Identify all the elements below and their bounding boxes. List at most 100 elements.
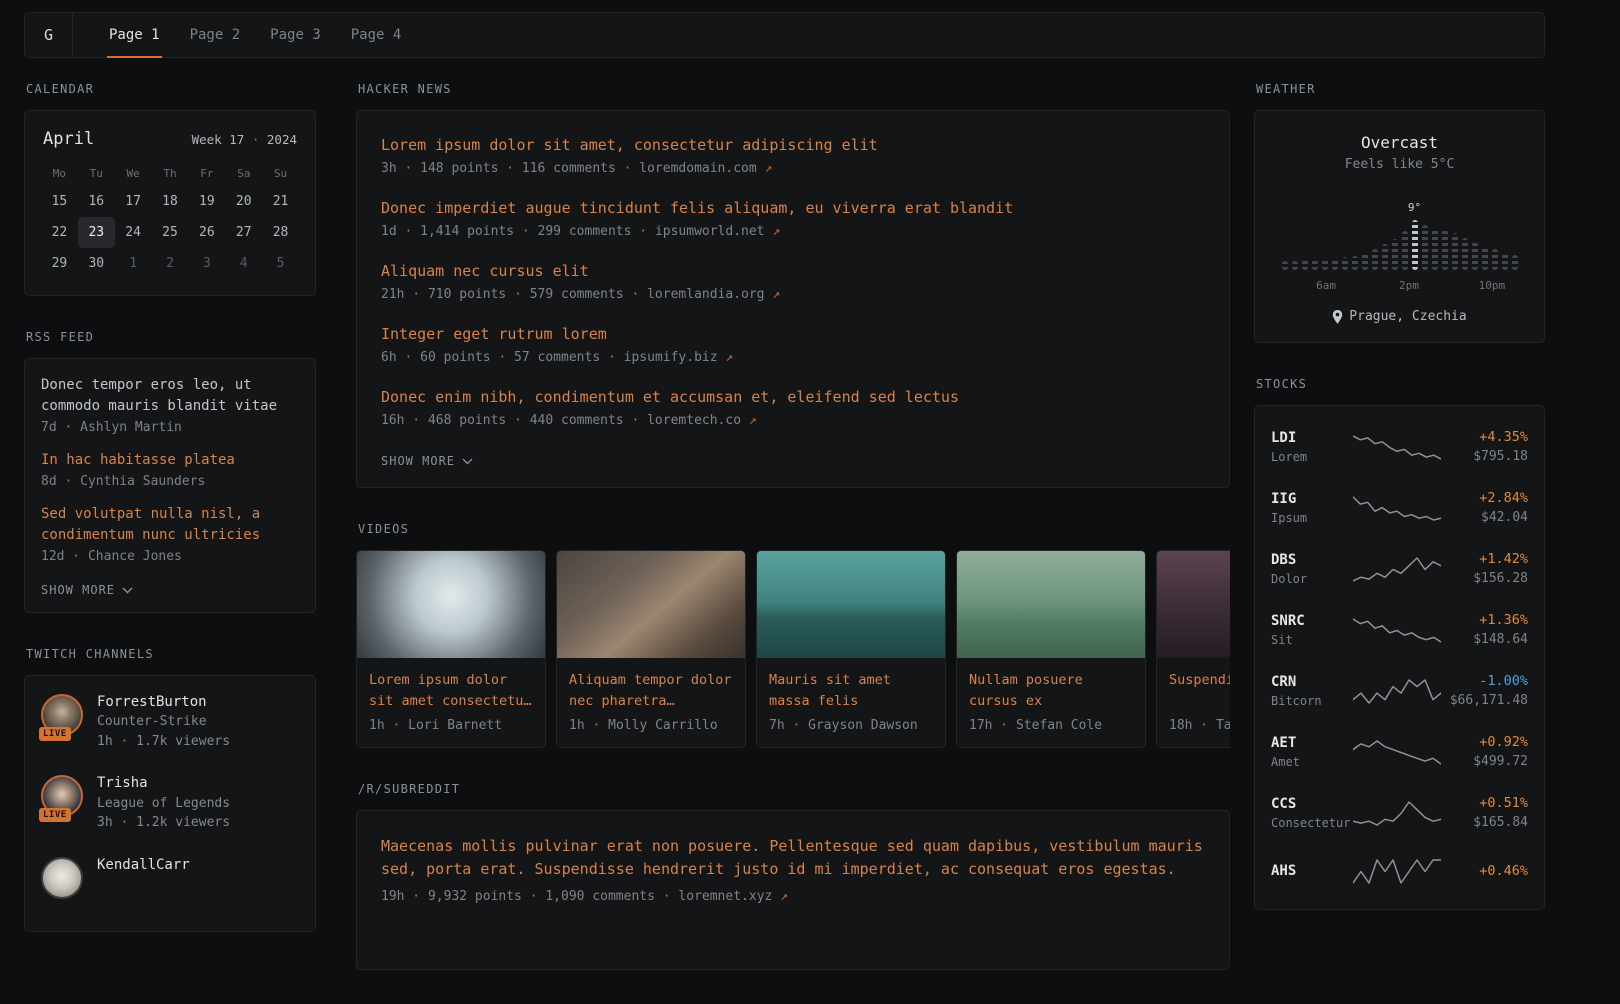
stock-name: Bitcorn [1271,694,1353,708]
weather-peak-temp: 9° [1408,201,1421,214]
chevron-down-icon [122,587,133,594]
twitch-channel-name: Trisha [97,773,230,793]
weather-bar-column [1421,225,1428,270]
weather-bar [1292,261,1298,270]
twitch-channel-name: ForrestBurton [97,692,230,712]
hackernews-item-domain[interactable]: loremtech.co [647,413,741,428]
hackernews-show-more-button[interactable]: SHOW MORE [381,454,473,468]
nav-tab[interactable]: Page 3 [258,13,333,57]
video-thumbnail[interactable] [557,551,745,658]
rss-item-title[interactable]: Donec tempor eros leo, ut commodo mauris… [41,375,299,417]
stock-change: -1.00% [1441,673,1528,689]
dashboard-page: G Page 1 Page 2 Page 3 Page 4 [24,12,1545,1004]
video-card: Nullam posuere cursus ex 17h · Stefan Co… [956,550,1146,748]
stock-sparkline [1353,615,1441,645]
middle-column: HACKER NEWS Lorem ipsum dolor sit amet, … [356,82,1230,1004]
calendar-day: 21 [262,186,299,217]
weather-bar-column [1471,242,1478,270]
stock-price: $156.28 [1441,571,1528,586]
rss-widget: Donec tempor eros leo, ut commodo mauris… [24,358,316,613]
weather-bar [1432,228,1438,270]
twitch-channel-row[interactable]: LIVE Trisha League of Legends 3h · 1.2k … [41,773,299,832]
rss-item-title[interactable]: In hac habitasse platea [41,450,299,471]
weather-bar [1402,231,1408,270]
video-title[interactable]: Mauris sit amet massa felis [769,670,933,712]
video-title[interactable]: Suspendisse diam [1169,670,1230,712]
stock-row[interactable]: CCS Consectetur +0.51% $165.84 [1271,782,1528,843]
stock-row[interactable]: SNRC Sit +1.36% $148.64 [1271,599,1528,660]
video-title[interactable]: Nullam posuere cursus ex [969,670,1133,712]
weather-time-label: 2pm [1399,279,1419,292]
hackernews-item: Aliquam nec cursus elit 21h · 710 points… [381,261,1205,302]
weather-bar-column [1321,259,1328,270]
nav-tab[interactable]: Page 2 [178,13,253,57]
calendar-week: Week 17 [192,132,245,147]
hackernews-widget: Lorem ipsum dolor sit amet, consectetur … [356,110,1230,488]
stock-name: Ipsum [1271,511,1353,525]
stock-row[interactable]: AET Amet +0.92% $499.72 [1271,721,1528,782]
video-title[interactable]: Aliquam tempor dolor nec pharetra… [569,670,733,712]
hackernews-item-domain[interactable]: ipsumworld.net [655,224,765,239]
hackernews-item-domain[interactable]: loremdomain.com [639,161,756,176]
stock-change: +2.84% [1441,490,1528,506]
video-card-body: Mauris sit amet massa felis 7h · Grayson… [757,658,945,747]
calendar-day: 20 [225,186,262,217]
hackernews-item-title[interactable]: Donec enim nibh, condimentum et accumsan… [381,387,1205,408]
weather-bar [1332,258,1338,270]
stock-row[interactable]: LDI Lorem +4.35% $795.18 [1271,416,1528,477]
rss-item-title[interactable]: Sed volutpat nulla nisl, a condimentum n… [41,504,299,546]
videos-section: VIDEOS Lorem ipsum dolor sit amet consec… [356,522,1230,748]
video-card-body: Lorem ipsum dolor sit amet consectetu… 1… [357,658,545,747]
right-column: WEATHER Overcast Feels like 5°C 9° 6am 2… [1254,82,1545,944]
subreddit-section-title: /R/SUBREDDIT [356,782,1230,796]
calendar-day: 19 [188,186,225,217]
video-meta: 17h · Stefan Cole [969,718,1133,733]
rss-show-more-button[interactable]: SHOW MORE [41,583,133,597]
video-thumbnail[interactable] [757,551,945,658]
weather-bar-column [1361,253,1368,270]
hackernews-item-title[interactable]: Integer eget rutrum lorem [381,324,1205,345]
subreddit-post-domain[interactable]: loremnet.xyz [678,889,772,904]
weather-bar-column [1281,261,1288,270]
weather-bar [1342,257,1348,270]
stock-row[interactable]: AHS +0.46% [1271,843,1528,899]
weather-bars: 9° [1281,194,1518,270]
hackernews-item-title[interactable]: Lorem ipsum dolor sit amet, consectetur … [381,135,1205,156]
weather-bar [1512,255,1518,270]
subreddit-post-title[interactable]: Maecenas mollis pulvinar erat non posuer… [381,835,1205,882]
stock-row[interactable]: DBS Dolor +1.42% $156.28 [1271,538,1528,599]
video-card-body: Nullam posuere cursus ex 17h · Stefan Co… [957,658,1145,747]
stock-values: +1.42% $156.28 [1441,551,1528,586]
subreddit-post-meta: 19h · 9,932 points · 1,090 comments · lo… [381,889,1205,904]
weather-bar [1382,244,1388,270]
hackernews-item-meta: 16h · 468 points · 440 comments · loremt… [381,413,1205,428]
nav-tab-label: Page 1 [109,27,160,43]
external-link-icon: ↗ [780,889,788,904]
stock-sparkline-wrap [1353,737,1441,767]
hackernews-item-domain[interactable]: ipsumify.biz [624,350,718,365]
video-title[interactable]: Lorem ipsum dolor sit amet consectetu… [369,670,533,712]
hackernews-item-domain[interactable]: loremlandia.org [647,287,764,302]
hackernews-item-title[interactable]: Donec imperdiet augue tincidunt felis al… [381,198,1205,219]
video-thumbnail[interactable] [957,551,1145,658]
calendar-day-headers: Mo Tu We Th Fr Sa Su [41,159,299,186]
stock-price: $42.04 [1441,510,1528,525]
calendar-day: 27 [225,217,262,248]
video-thumbnail[interactable] [357,551,545,658]
app-logo[interactable]: G [25,13,73,57]
stock-row[interactable]: CRN Bitcorn -1.00% $66,171.48 [1271,660,1528,721]
twitch-channel-row[interactable]: LIVE ForrestBurton Counter-Strike 1h · 1… [41,692,299,751]
video-thumbnail[interactable] [1157,551,1230,658]
calendar-day: 5 [262,248,299,279]
stock-row[interactable]: IIG Ipsum +2.84% $42.04 [1271,477,1528,538]
subreddit-post-stats: 19h · 9,932 points · 1,090 comments · [381,889,671,904]
weather-bar [1442,230,1448,270]
stock-name: Lorem [1271,450,1353,464]
hackernews-item-title[interactable]: Aliquam nec cursus elit [381,261,1205,282]
twitch-channel-row[interactable]: KendallCarr [41,855,299,899]
nav-tab[interactable]: Page 1 [97,13,172,57]
weather-bar [1482,246,1488,270]
nav-tab[interactable]: Page 4 [339,13,414,57]
weather-bar [1372,249,1378,270]
twitch-avatar-wrap: LIVE [41,775,83,817]
